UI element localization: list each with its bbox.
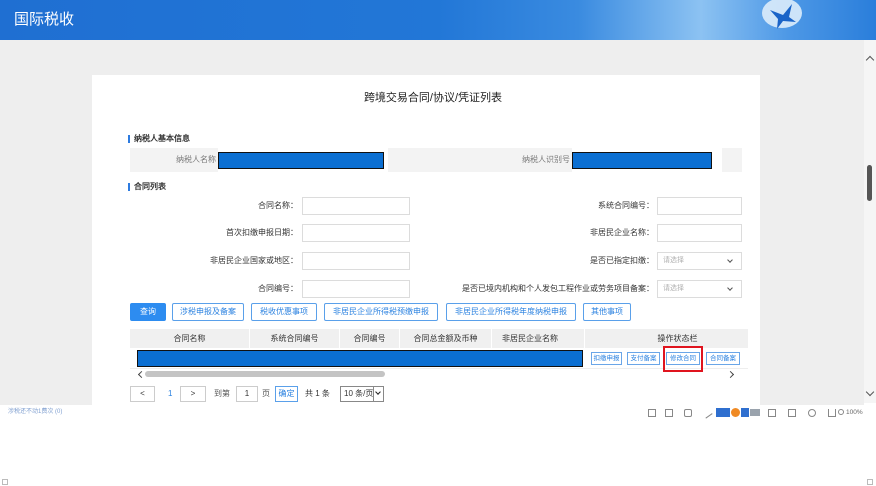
download-icon[interactable]: [828, 409, 836, 417]
contract-no-label: 合同编号：: [258, 284, 298, 293]
prev-page-button[interactable]: <: [130, 386, 155, 402]
contract-name-label: 合同名称：: [258, 201, 298, 210]
contract-no-input[interactable]: [302, 280, 410, 298]
designated-withholding-label: 是否已指定扣缴：: [590, 256, 654, 265]
redacted-block: [218, 152, 384, 169]
contract-name-input[interactable]: [302, 197, 410, 215]
tax-filing-button[interactable]: 涉税申报及备案: [172, 303, 244, 321]
window-icon[interactable]: [665, 409, 673, 417]
first-declare-date-label: 首次扣缴申报日期：: [226, 228, 298, 237]
total-count: 共 1 条: [305, 389, 330, 398]
column-header: 合同名称: [130, 329, 250, 348]
system-contract-no-input[interactable]: [657, 197, 742, 215]
highlight-annotation-box: [663, 346, 703, 372]
keyboard-icon[interactable]: [768, 409, 776, 417]
goto-page-input[interactable]: [236, 386, 258, 402]
scroll-right-icon[interactable]: [726, 370, 735, 379]
taxpayer-name-label: 纳税人名称: [176, 155, 216, 164]
taxpayer-id-label: 纳税人识别号: [522, 155, 570, 164]
corner-marker-icon: [2, 479, 8, 485]
other-matters-button[interactable]: 其他事项: [583, 303, 631, 321]
page-number[interactable]: 1: [168, 386, 172, 402]
taxpayer-section-heading: 纳税人基本信息: [128, 134, 268, 144]
withholding-declare-button[interactable]: 扣缴申报: [591, 352, 622, 365]
system-contract-no-label: 系统合同编号：: [598, 201, 654, 210]
app-title: 国际税收: [14, 11, 75, 28]
project-filing-select[interactable]: 请选择: [657, 280, 742, 298]
column-header: 合同总金额及币种: [400, 329, 492, 348]
vertical-scrollbar[interactable]: [864, 40, 876, 403]
page-size-select[interactable]: 10 条/页: [340, 386, 384, 402]
goto-label: 到第: [214, 389, 230, 398]
chevron-down-icon: [373, 387, 383, 401]
contract-filing-button[interactable]: 合同备案: [706, 352, 740, 365]
page-size-value: 10 条/页: [344, 389, 374, 398]
chevron-down-icon: [727, 285, 733, 291]
scroll-thumb[interactable]: [145, 371, 385, 377]
country-region-input[interactable]: [302, 252, 410, 270]
table-header: 合同名称 系统合同编号 合同编号 合同总金额及币种 非居民企业名称 操作状态栏: [130, 329, 748, 348]
redacted-block: [572, 152, 712, 169]
horizontal-scrollbar[interactable]: [137, 370, 737, 379]
redacted-block: [137, 350, 583, 367]
copy-icon[interactable]: [788, 409, 796, 417]
tab-icon[interactable]: [684, 409, 692, 417]
table-row: 扣缴申报 支付备案 修改合同 合同备案: [130, 348, 748, 369]
column-header: 系统合同编号: [250, 329, 340, 348]
designated-withholding-select[interactable]: 请选择: [657, 252, 742, 270]
taxpayer-name-value: [218, 148, 388, 172]
column-header: 非居民企业名称: [492, 329, 585, 348]
taxpayer-id-value: [572, 148, 722, 172]
page-suffix-label: 页: [262, 389, 270, 398]
bird-logo-icon: [762, 0, 802, 29]
taxpayer-info-row: 纳税人名称 纳税人识别号: [130, 148, 742, 172]
project-filing-label: 是否已境内机构和个人发包工程作业或劳务项目备案：: [462, 284, 654, 293]
status-text: 涉税还不动1费次 (0): [8, 409, 63, 415]
zoom-level[interactable]: 100%: [846, 408, 863, 417]
first-declare-date-input[interactable]: [302, 224, 410, 242]
section-marker: [128, 183, 130, 191]
next-page-button[interactable]: >: [180, 386, 206, 402]
scroll-thumb[interactable]: [867, 165, 872, 201]
select-placeholder: 请选择: [663, 257, 684, 264]
print-icon[interactable]: [648, 409, 656, 417]
input-method-icon[interactable]: [716, 408, 760, 417]
pen-icon[interactable]: [701, 407, 713, 419]
enterprise-name-label: 非居民企业名称：: [590, 228, 654, 237]
select-placeholder: 请选择: [663, 285, 684, 292]
prepay-declare-button[interactable]: 非居民企业所得税预缴申报: [324, 303, 438, 321]
annual-declare-button[interactable]: 非居民企业所得税年度纳税申报: [446, 303, 576, 321]
query-button[interactable]: 查询: [130, 303, 166, 321]
scroll-up-icon[interactable]: [865, 55, 875, 65]
contract-list-card: 跨境交易合同/协议/凭证列表 纳税人基本信息 纳税人名称 纳税人识别号 合同列表…: [92, 75, 760, 405]
status-bar: 涉税还不动1费次 (0) 100%: [0, 405, 876, 420]
section-marker: [128, 135, 130, 143]
scroll-down-icon[interactable]: [865, 387, 875, 397]
payment-filing-button[interactable]: 支付备案: [627, 352, 660, 365]
section-title: 纳税人基本信息: [134, 134, 190, 143]
chevron-down-icon: [727, 257, 733, 263]
page-title: 跨境交易合同/协议/凭证列表: [363, 92, 503, 104]
zoom-icon[interactable]: [838, 409, 844, 415]
column-header: 合同编号: [340, 329, 400, 348]
goto-confirm-button[interactable]: 确定: [275, 386, 298, 402]
app-header: 国际税收: [0, 0, 876, 40]
scroll-left-icon[interactable]: [137, 370, 146, 379]
contracts-section-heading: 合同列表: [128, 182, 268, 192]
section-title: 合同列表: [134, 182, 166, 191]
sound-icon[interactable]: [808, 409, 816, 417]
enterprise-name-input[interactable]: [657, 224, 742, 242]
country-region-label: 非居民企业国家或地区：: [210, 256, 298, 265]
tax-incentives-button[interactable]: 税收优惠事项: [251, 303, 317, 321]
corner-marker-icon: [867, 479, 873, 485]
